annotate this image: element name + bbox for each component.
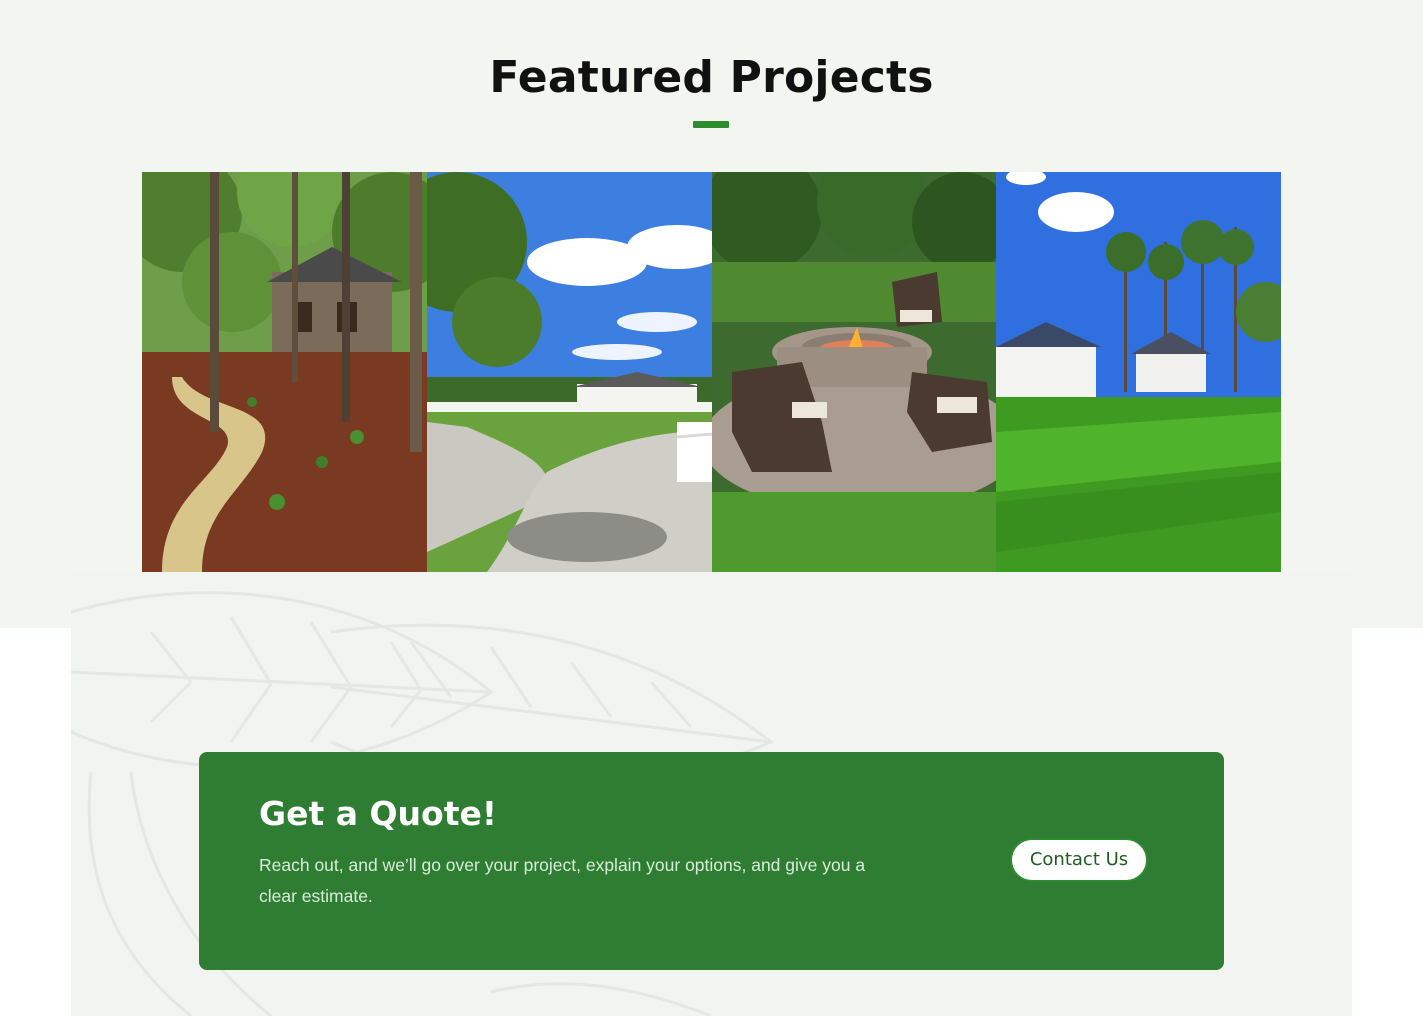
project-photo-new-lawn — [996, 172, 1281, 572]
cta-description: Reach out, and we’ll go over your projec… — [259, 855, 866, 906]
cta-title: Get a Quote! — [259, 794, 497, 833]
project-gallery — [142, 172, 1281, 572]
project-image-fire-pit-patio[interactable] — [711, 172, 997, 572]
project-image-wooded-home[interactable] — [142, 172, 427, 572]
quote-cta-card: Get a Quote! Reach out, and we’ll go ove… — [199, 752, 1224, 970]
project-photo-gravel-driveway — [426, 172, 712, 572]
project-photo-fire-pit-patio — [711, 172, 997, 572]
section-title: Featured Projects — [489, 52, 934, 103]
title-underline — [693, 121, 729, 128]
project-photo-wooded-home — [142, 172, 427, 572]
project-image-gravel-driveway[interactable] — [426, 172, 712, 572]
contact-us-button[interactable]: Contact Us — [1010, 838, 1148, 882]
project-image-new-lawn[interactable] — [996, 172, 1281, 572]
